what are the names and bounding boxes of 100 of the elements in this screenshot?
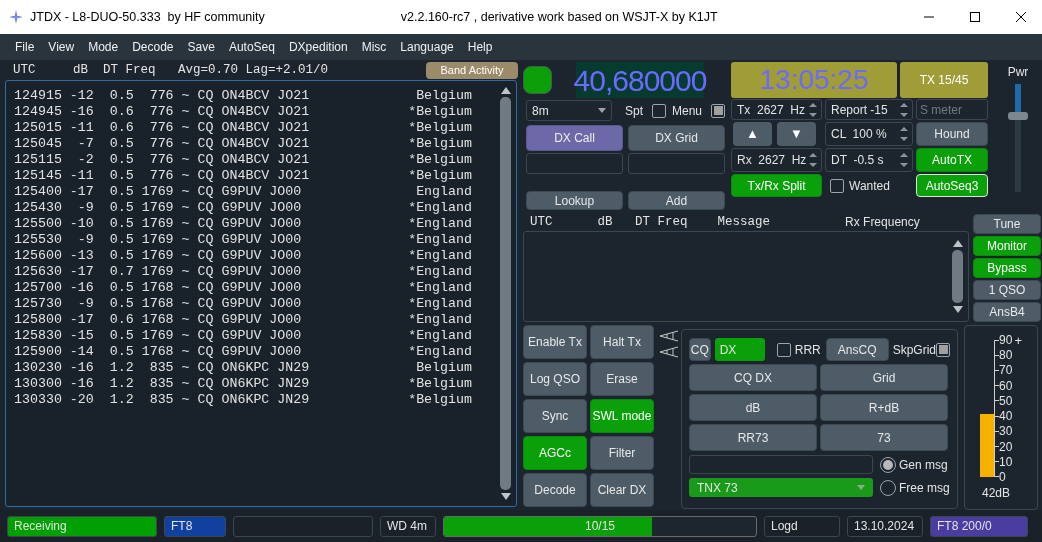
toggle-button[interactable]: Tx/Rx Split xyxy=(731,174,822,197)
side-button[interactable]: AnsB4 xyxy=(973,302,1041,322)
column-header: UTC dB DT Freq Message xyxy=(530,213,771,231)
message-button[interactable]: dB xyxy=(689,394,817,421)
app-icon xyxy=(9,10,23,24)
menu-item[interactable]: Language xyxy=(393,38,461,56)
checkbox-label: Spt xyxy=(624,102,643,120)
scale-label: + xyxy=(1014,333,1022,347)
dropdown-arrow-icon xyxy=(597,108,606,113)
scroll-down-icon xyxy=(952,306,963,313)
s-meter-field[interactable]: S meter xyxy=(916,99,988,120)
menu-item[interactable]: View xyxy=(41,38,82,56)
checkbox[interactable] xyxy=(651,103,666,118)
message-button[interactable]: RR73 xyxy=(689,424,817,451)
menu-item[interactable]: File xyxy=(8,38,42,56)
menu-item[interactable]: Save xyxy=(180,38,222,56)
control-button[interactable]: SWL mode xyxy=(590,399,654,433)
slider-label: Pwr xyxy=(1007,64,1029,81)
country-name: Belgium xyxy=(416,87,472,106)
control-button[interactable]: Clear DX xyxy=(590,473,654,507)
maximize-icon xyxy=(970,12,980,22)
side-button[interactable]: 1 QSO xyxy=(973,280,1041,300)
message-button[interactable]: 73 xyxy=(820,424,948,451)
spin-box[interactable]: CL 100 % xyxy=(825,122,913,146)
scale-label: 20 xyxy=(999,440,1013,453)
side-button[interactable]: Monitor xyxy=(973,236,1041,256)
toggle-button[interactable]: AutoTX xyxy=(916,148,988,172)
frequency-step-button[interactable]: ▲ xyxy=(733,122,772,146)
radio-label: Gen msg xyxy=(899,456,948,474)
menu-item[interactable]: AutoSeq xyxy=(221,38,282,56)
status-field: FT8 200/0 xyxy=(930,515,1028,537)
status-field: WD 4m xyxy=(380,515,436,537)
toggle-button[interactable]: Hound xyxy=(916,122,988,146)
checkbox-label: Wanted xyxy=(849,177,890,195)
lookup-button[interactable]: Lookup xyxy=(526,191,623,210)
power-slider[interactable] xyxy=(1008,84,1028,192)
country-name: *England xyxy=(408,199,472,218)
country-name: *England xyxy=(408,311,472,330)
spin-box[interactable]: Report -15 xyxy=(825,99,913,120)
checkbox[interactable] xyxy=(711,103,725,118)
band-dropdown[interactable]: 8m xyxy=(526,100,612,121)
input-field[interactable] xyxy=(526,153,623,174)
scroll-up-icon xyxy=(500,87,511,94)
scale-label: 70 xyxy=(999,364,1013,377)
checkbox[interactable] xyxy=(776,342,791,357)
spin-box[interactable]: DT -0.5 s xyxy=(825,148,913,172)
scroll-down-icon xyxy=(500,493,511,500)
dropdown-arrow-icon xyxy=(857,485,865,490)
status-field: Receiving xyxy=(7,515,157,537)
country-name: *Belgium xyxy=(408,135,472,154)
control-button[interactable]: Sync xyxy=(523,399,587,433)
cq-button[interactable]: CQ xyxy=(689,338,711,361)
spin-box[interactable]: Rx 2627 Hz xyxy=(731,148,822,172)
menu-item[interactable]: Help xyxy=(460,38,500,56)
control-button[interactable]: Log QSO xyxy=(523,362,587,396)
control-button[interactable]: AGCc xyxy=(523,436,587,470)
add-button[interactable]: Add xyxy=(628,191,725,210)
menu-item[interactable]: Decode xyxy=(125,38,181,56)
input-field[interactable] xyxy=(628,153,725,174)
spin-arrows-icon xyxy=(808,100,818,119)
menu-item[interactable]: Misc xyxy=(354,38,394,56)
spin-arrows-icon xyxy=(808,151,818,169)
spin-box[interactable]: Tx 2627 Hz xyxy=(731,99,822,120)
country-name: *England xyxy=(408,231,472,250)
column-header: Rx Frequency xyxy=(845,214,920,231)
message-button[interactable]: R+dB xyxy=(820,394,948,421)
frequency-step-button[interactable]: ▼ xyxy=(777,122,816,146)
checkbox[interactable] xyxy=(936,342,950,357)
message-button[interactable]: Grid xyxy=(820,364,948,391)
scrollbar-thumb[interactable] xyxy=(952,250,963,303)
checkbox[interactable] xyxy=(830,178,844,193)
toggle-button[interactable]: AutoSeq3 xyxy=(916,174,988,197)
clock-display: 13:05:25 xyxy=(731,62,897,98)
scale-label: 90 xyxy=(999,334,1013,346)
side-button[interactable]: Tune xyxy=(973,214,1041,234)
country-name: *England xyxy=(408,295,472,314)
dx-button[interactable]: DX Grid xyxy=(628,125,725,151)
control-button[interactable]: Enable Tx xyxy=(523,325,587,359)
message-field[interactable] xyxy=(689,455,873,474)
scrollbar-thumb[interactable] xyxy=(500,97,511,490)
control-button[interactable]: Decode xyxy=(523,473,587,507)
country-name: *Belgium xyxy=(408,103,472,122)
control-button[interactable]: Filter xyxy=(590,436,654,470)
menu-item[interactable]: DXpedition xyxy=(281,38,355,56)
menu-item[interactable]: Mode xyxy=(81,38,126,56)
dx-button[interactable]: DX Call xyxy=(526,125,623,151)
message-button[interactable]: CQ DX xyxy=(689,364,817,391)
spin-arrows-icon xyxy=(899,151,909,169)
scroll-up-icon xyxy=(952,240,963,247)
slider-thumb[interactable] xyxy=(1008,112,1028,120)
spin-arrows-icon xyxy=(899,100,909,119)
control-button[interactable]: Halt Tx xyxy=(590,325,654,359)
side-button[interactable]: Bypass xyxy=(973,258,1041,278)
anscq-button[interactable]: AnsCQ xyxy=(825,338,889,361)
country-name: *England xyxy=(408,247,472,266)
control-button[interactable]: Erase xyxy=(590,362,654,396)
country-name: *England xyxy=(408,215,472,234)
country-name: *England xyxy=(408,263,472,282)
scale-label: 0 xyxy=(999,470,1006,483)
spin-arrows-icon xyxy=(899,125,909,143)
